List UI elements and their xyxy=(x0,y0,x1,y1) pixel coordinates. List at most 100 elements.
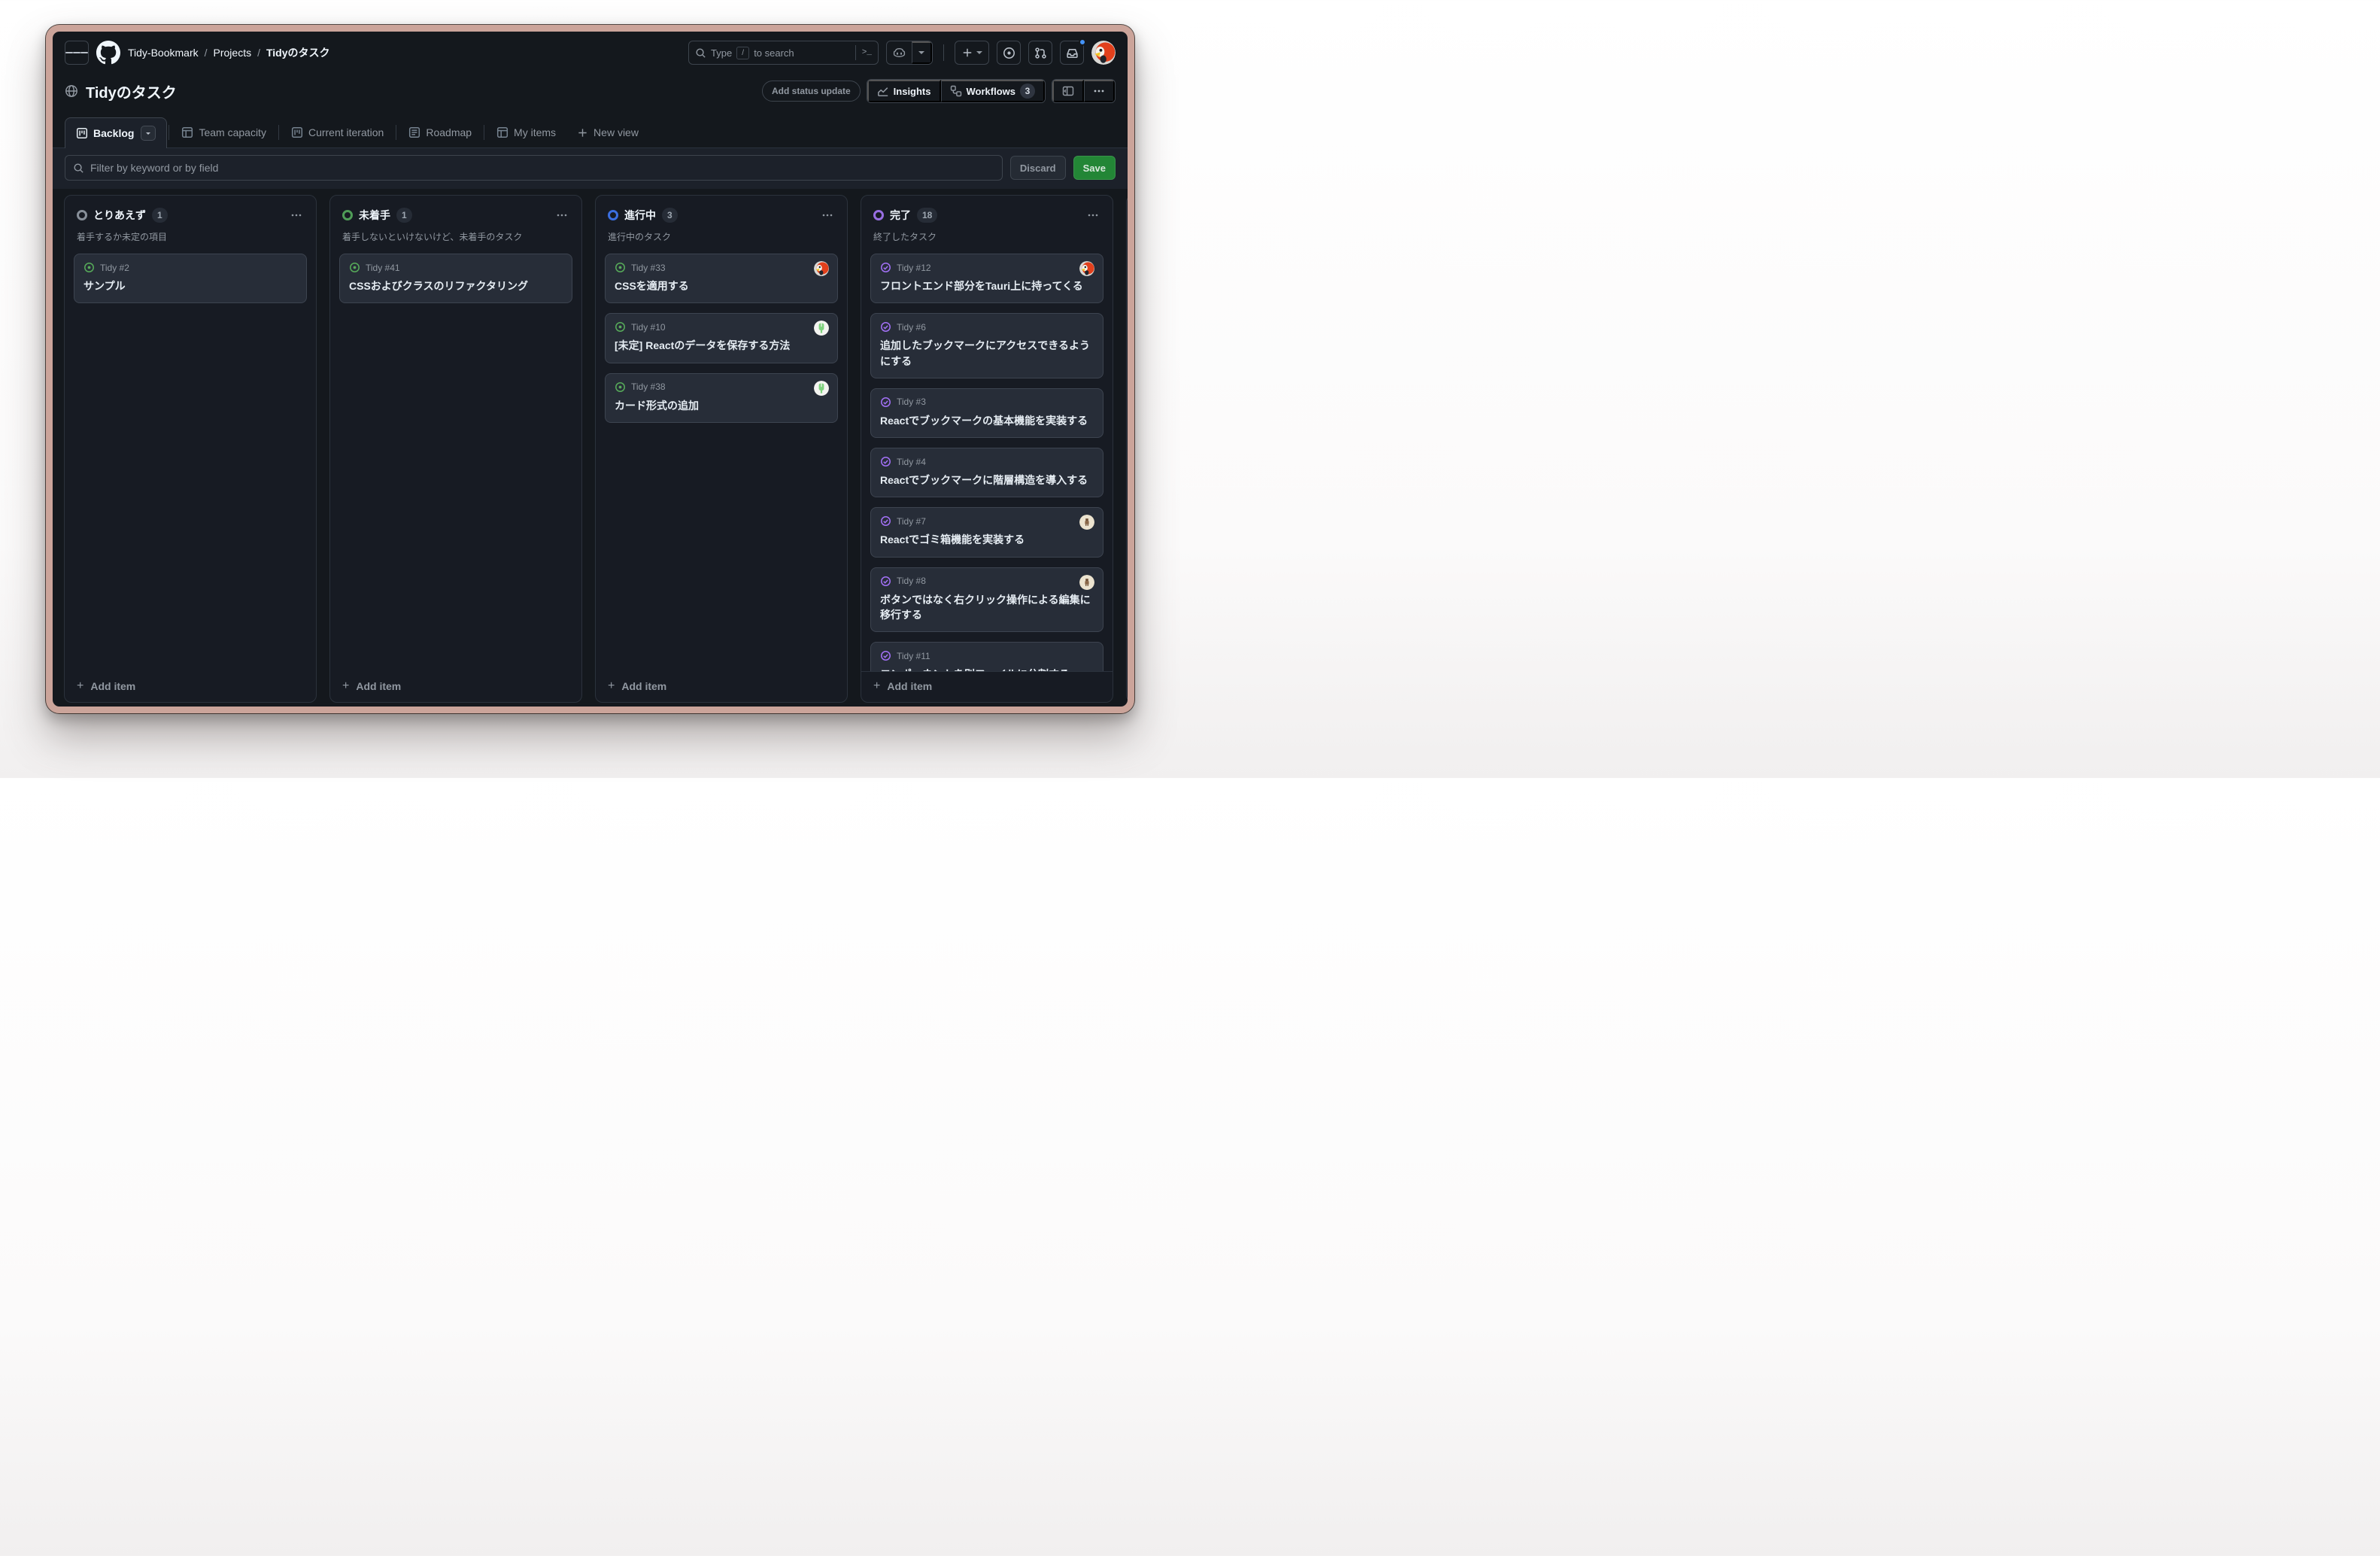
issue-opened-icon xyxy=(349,262,360,273)
github-logo-icon[interactable] xyxy=(96,41,120,65)
breadcrumb-owner[interactable]: Tidy-Bookmark xyxy=(128,47,199,59)
column-description: 進行中のタスク xyxy=(596,226,847,251)
column-status-ring-icon xyxy=(608,210,618,220)
assignee-avatar[interactable] xyxy=(1079,575,1094,590)
save-button[interactable]: Save xyxy=(1073,156,1116,180)
tab-team-capacity[interactable]: Team capacity xyxy=(171,117,276,147)
issue-opened-icon xyxy=(83,262,95,273)
globe-icon xyxy=(65,84,78,98)
pull-requests-nav-button[interactable] xyxy=(1028,41,1052,65)
breadcrumb-current[interactable]: Tidyのタスク xyxy=(266,45,330,60)
column-kebab-menu-button[interactable] xyxy=(1084,206,1102,224)
kebab-horizontal-icon xyxy=(821,209,833,221)
issue-opened-icon xyxy=(615,262,626,273)
column-count-badge: 3 xyxy=(662,208,678,223)
column-name: 進行中 xyxy=(624,208,656,223)
kebab-horizontal-icon xyxy=(1087,209,1099,221)
card[interactable]: Tidy #38 カード形式の追加 xyxy=(605,373,838,423)
kanban-board: とりあえず 1 着手するか未定の項目 Tidy #2 サンプル + Add it… xyxy=(53,189,1128,707)
tab-backlog[interactable]: Backlog xyxy=(65,117,167,148)
card[interactable]: Tidy #12 フロントエンド部分をTauri上に持ってくる xyxy=(870,254,1103,303)
card-issue-id: Tidy #6 xyxy=(897,322,926,333)
card-issue-id: Tidy #3 xyxy=(897,397,926,407)
column-description: 着手しないといけないけど、未着手のタスク xyxy=(330,226,581,251)
card[interactable]: Tidy #8 ボタンではなく右クリック操作による編集に移行する xyxy=(870,567,1103,633)
issue-opened-icon xyxy=(1003,47,1015,59)
panel-kebab-group xyxy=(1052,79,1116,103)
tab-roadmap[interactable]: Roadmap xyxy=(398,117,482,147)
card-issue-id: Tidy #8 xyxy=(897,576,926,586)
issues-nav-button[interactable] xyxy=(997,41,1021,65)
column-status-ring-icon xyxy=(77,210,87,220)
inbox-nav-button[interactable] xyxy=(1060,41,1084,65)
column-card-list: Tidy #12 フロントエンド部分をTauri上に持ってくる Tidy #6 … xyxy=(861,251,1113,671)
card[interactable]: Tidy #3 Reactでブックマークの基本機能を実装する xyxy=(870,388,1103,438)
assignee-avatar[interactable] xyxy=(1079,261,1094,276)
new-view-button[interactable]: New view xyxy=(566,117,649,147)
tab-current-iteration[interactable]: Current iteration xyxy=(281,117,394,147)
copilot-button[interactable] xyxy=(887,41,912,64)
search-icon xyxy=(695,47,706,59)
filter-toolbar: Filter by keyword or by field Discard Sa… xyxy=(53,148,1128,189)
search-icon xyxy=(73,163,84,174)
column-kebab-menu-button[interactable] xyxy=(553,206,571,224)
board-column: とりあえず 1 着手するか未定の項目 Tidy #2 サンプル + Add it… xyxy=(64,195,317,703)
tab-options-button[interactable] xyxy=(141,126,156,141)
column-description: 着手するか未定の項目 xyxy=(65,226,316,251)
command-palette-icon[interactable]: >_ xyxy=(855,45,872,60)
card[interactable]: Tidy #2 サンプル xyxy=(74,254,307,303)
card[interactable]: Tidy #7 Reactでゴミ箱機能を実装する xyxy=(870,507,1103,557)
card[interactable]: Tidy #33 CSSを適用する xyxy=(605,254,838,303)
column-header: 完了 18 xyxy=(861,196,1113,226)
tab-my-items[interactable]: My items xyxy=(486,117,566,147)
plus-icon: + xyxy=(608,680,615,692)
kebab-horizontal-icon xyxy=(1093,85,1105,97)
card-issue-id: Tidy #38 xyxy=(631,381,666,392)
column-card-list: Tidy #41 CSSおよびクラスのリファクタリング xyxy=(330,251,581,672)
add-item-button[interactable]: + Add item xyxy=(330,672,581,702)
breadcrumb-projects[interactable]: Projects xyxy=(214,47,252,59)
copilot-icon xyxy=(893,47,906,59)
column-header: とりあえず 1 xyxy=(65,196,316,226)
side-panel-toggle-button[interactable] xyxy=(1052,80,1084,102)
column-card-list: Tidy #2 サンプル xyxy=(65,251,316,672)
assignee-avatar[interactable] xyxy=(1079,515,1094,530)
add-item-button[interactable]: + Add item xyxy=(861,671,1113,702)
search-placeholder-prefix: Type xyxy=(711,47,732,59)
card[interactable]: Tidy #10 [未定] Reactのデータを保存する方法 xyxy=(605,313,838,363)
card-title: CSSおよびクラスのリファクタリング xyxy=(349,278,563,293)
user-avatar[interactable] xyxy=(1091,41,1116,65)
table-view-icon xyxy=(496,126,508,138)
issue-closed-icon xyxy=(880,515,891,527)
plus-icon xyxy=(577,127,588,138)
column-kebab-menu-button[interactable] xyxy=(818,206,836,224)
insights-button[interactable]: Insights xyxy=(867,80,941,102)
copilot-dropdown-button[interactable] xyxy=(912,41,932,64)
assignee-avatar[interactable] xyxy=(814,321,829,336)
discard-button[interactable]: Discard xyxy=(1010,156,1066,180)
global-search-input[interactable]: Type / to search >_ xyxy=(688,41,879,65)
graph-icon xyxy=(877,85,889,97)
card-title: Reactでブックマークに階層構造を導入する xyxy=(880,473,1094,488)
workflows-button[interactable]: Workflows 3 xyxy=(941,80,1046,102)
assignee-avatar[interactable] xyxy=(814,261,829,276)
add-status-update-button[interactable]: Add status update xyxy=(762,81,861,102)
card[interactable]: Tidy #41 CSSおよびクラスのリファクタリング xyxy=(339,254,572,303)
assignee-avatar[interactable] xyxy=(814,381,829,396)
add-item-button[interactable]: + Add item xyxy=(65,672,316,702)
column-card-list: Tidy #33 CSSを適用する Tidy #10 [未定] Reactのデー… xyxy=(596,251,847,672)
card[interactable]: Tidy #6 追加したブックマークにアクセスできるようにする xyxy=(870,313,1103,378)
column-kebab-menu-button[interactable] xyxy=(287,206,305,224)
card-title: Reactでゴミ箱機能を実装する xyxy=(880,532,1094,547)
card[interactable]: Tidy #4 Reactでブックマークに階層構造を導入する xyxy=(870,448,1103,497)
create-new-button[interactable] xyxy=(955,41,989,65)
filter-input[interactable]: Filter by keyword or by field xyxy=(65,155,1003,181)
global-nav: Tidy-Bookmark / Projects / Tidyのタスク Type… xyxy=(53,32,1128,74)
git-pull-request-icon xyxy=(1034,47,1047,59)
project-kebab-menu-button[interactable] xyxy=(1084,80,1115,102)
add-item-button[interactable]: + Add item xyxy=(596,672,847,702)
view-tabs: Backlog Team capacity Current iteration … xyxy=(53,117,1128,148)
hamburger-menu-button[interactable] xyxy=(65,41,89,65)
card[interactable]: Tidy #11 コンポーネントを別ファイルに分割する xyxy=(870,642,1103,671)
card-issue-id: Tidy #12 xyxy=(897,263,931,273)
